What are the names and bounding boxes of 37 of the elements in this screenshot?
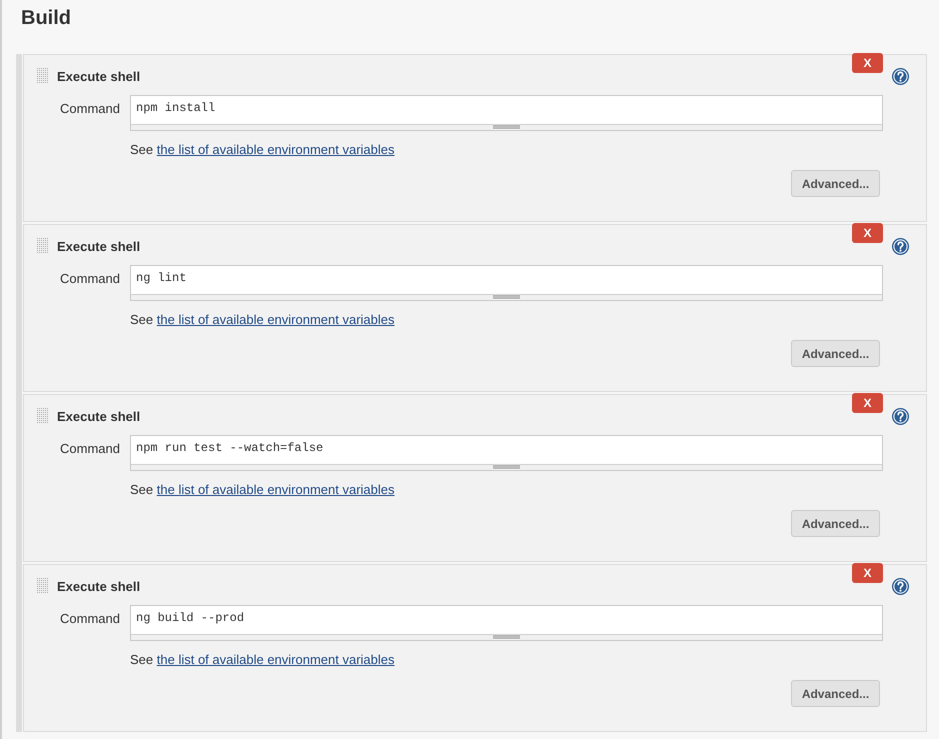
advanced-button[interactable]: Advanced... (791, 170, 880, 197)
step-title: Execute shell (57, 68, 140, 84)
field-label: Command (60, 271, 120, 287)
step-title: Execute shell (57, 238, 140, 254)
resize-grip-icon[interactable] (493, 295, 520, 299)
resize-grip-icon[interactable] (493, 125, 520, 129)
help-icon[interactable] (892, 408, 909, 424)
help-icon[interactable] (892, 238, 909, 254)
env-variables-link[interactable]: the list of available environment variables (156, 482, 395, 497)
field-label: Command (60, 101, 120, 117)
field-label: Command (60, 611, 120, 627)
advanced-button[interactable]: Advanced... (791, 680, 880, 707)
step-title: Execute shell (57, 578, 140, 594)
field-label: Command (60, 441, 120, 457)
delete-button[interactable]: X (852, 393, 883, 413)
help-icon[interactable] (892, 578, 909, 594)
command-field[interactable]: npm run test --watch=false (130, 435, 883, 471)
env-variables-link[interactable]: the list of available environment variables (156, 652, 395, 667)
advanced-button[interactable]: Advanced... (791, 340, 880, 367)
command-field[interactable]: ng lint (130, 265, 883, 301)
env-variables-hint: See the list of available environment variables (130, 312, 395, 328)
env-variables-link[interactable]: the list of available environment variables (156, 312, 395, 327)
section-heading: Build (21, 6, 71, 30)
env-variables-hint: See the list of available environment variables (130, 142, 395, 158)
env-variables-hint: See the list of available environment variables (130, 652, 395, 668)
delete-button[interactable]: X (852, 563, 883, 583)
command-field[interactable]: npm install (130, 95, 883, 131)
command-field[interactable]: ng build --prod (130, 605, 883, 641)
delete-button[interactable]: X (852, 223, 883, 243)
env-variables-link[interactable]: the list of available environment variables (156, 142, 395, 157)
advanced-button[interactable]: Advanced... (791, 510, 880, 537)
resize-grip-icon[interactable] (493, 635, 520, 639)
resize-grip-icon[interactable] (493, 465, 520, 469)
help-icon[interactable] (892, 68, 909, 84)
step-title: Execute shell (57, 408, 140, 424)
delete-button[interactable]: X (852, 53, 883, 73)
env-variables-hint: See the list of available environment variables (130, 482, 395, 498)
